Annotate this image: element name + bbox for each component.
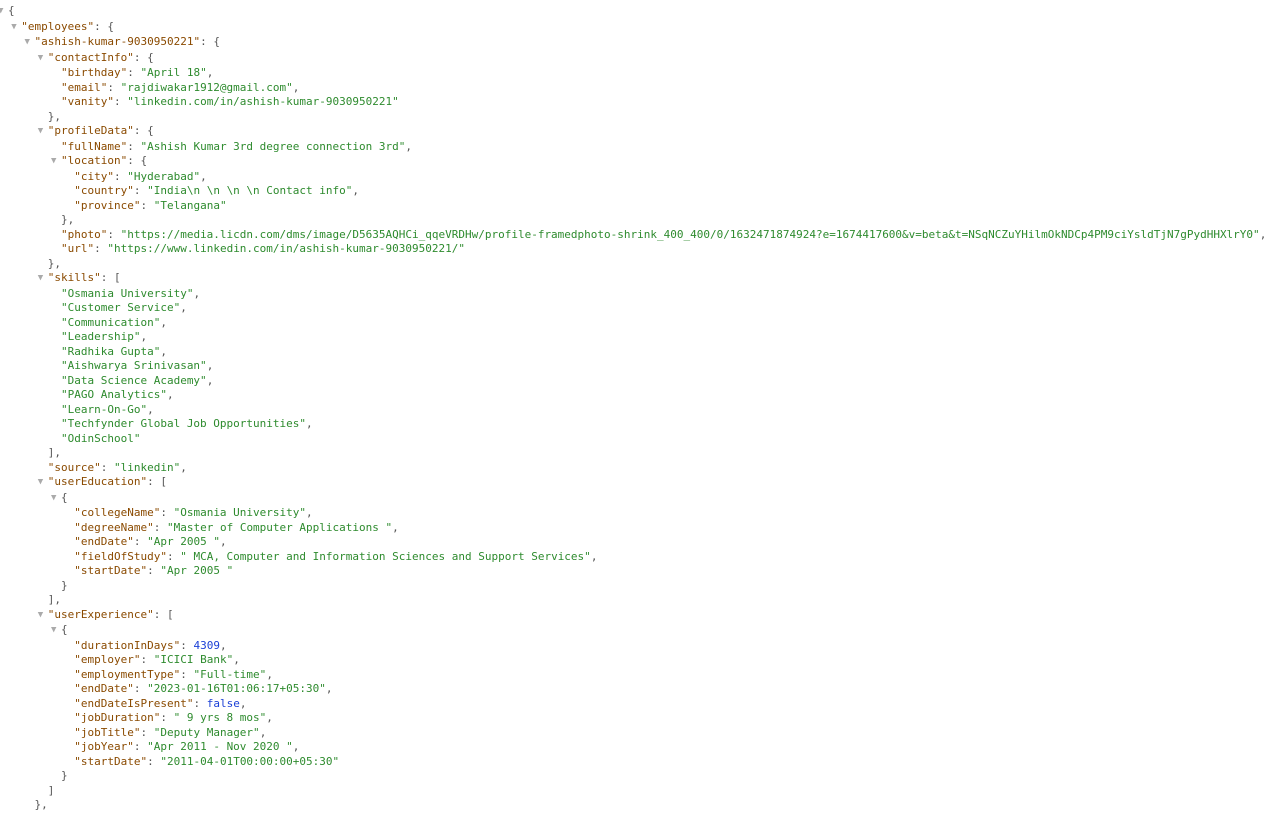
kv-employmentType: "employmentType": "Full-time", <box>8 668 1280 683</box>
kv-exp-startDate: "startDate": "2011-04-01T00:00:00+05:30" <box>8 755 1280 770</box>
kv-country: "country": "India\n \n \n \n Contact inf… <box>8 184 1280 199</box>
close-skills: ], <box>8 446 1280 461</box>
kv-birthday: "birthday": "April 18", <box>8 66 1280 81</box>
kv-city: "city": "Hyderabad", <box>8 170 1280 185</box>
collapse-toggle[interactable]: ▼ <box>0 4 8 19</box>
kv-url: "url": "https://www.linkedin.com/in/ashi… <box>8 242 1280 257</box>
collapse-toggle[interactable]: ▼ <box>38 124 48 139</box>
skill-item: "Data Science Academy", <box>8 374 1280 389</box>
kv-edu-startDate: "startDate": "Apr 2005 " <box>8 564 1280 579</box>
kv-employer: "employer": "ICICI Bank", <box>8 653 1280 668</box>
skill-item: "Radhika Gupta", <box>8 345 1280 360</box>
skill-item: "Aishwarya Srinivasan", <box>8 359 1280 374</box>
close-profileData: }, <box>8 257 1280 272</box>
kv-edu-endDate: "endDate": "Apr 2005 ", <box>8 535 1280 550</box>
key-location: ▼"location": { <box>8 154 1280 170</box>
kv-email: "email": "rajdiwakar1912@gmail.com", <box>8 81 1280 96</box>
brace-open: ▼{ <box>8 4 1280 20</box>
kv-durationInDays: "durationInDays": 4309, <box>8 639 1280 654</box>
key-employees: ▼"employees": { <box>8 20 1280 36</box>
collapse-toggle[interactable]: ▼ <box>38 51 48 66</box>
collapse-toggle[interactable]: ▼ <box>38 608 48 623</box>
kv-source: "source": "linkedin", <box>8 461 1280 476</box>
skill-item: "Communication", <box>8 316 1280 331</box>
collapse-toggle[interactable]: ▼ <box>51 154 61 169</box>
skill-item: "Leadership", <box>8 330 1280 345</box>
skill-item: "OdinSchool" <box>8 432 1280 447</box>
kv-fieldOfStudy: "fieldOfStudy": " MCA, Computer and Info… <box>8 550 1280 565</box>
collapse-toggle[interactable]: ▼ <box>25 35 35 50</box>
skill-item: "Learn-On-Go", <box>8 403 1280 418</box>
edu-open: ▼{ <box>8 491 1280 507</box>
collapse-toggle[interactable]: ▼ <box>51 491 61 506</box>
kv-fullName: "fullName": "Ashish Kumar 3rd degree con… <box>8 140 1280 155</box>
close-userExperience: ] <box>8 784 1280 799</box>
skill-item: "Osmania University", <box>8 287 1280 302</box>
kv-collegeName: "collegeName": "Osmania University", <box>8 506 1280 521</box>
edu-close: } <box>8 579 1280 594</box>
kv-endDateIsPresent: "endDateIsPresent": false, <box>8 697 1280 712</box>
close-contactInfo: }, <box>8 110 1280 125</box>
key-userEducation: ▼"userEducation": [ <box>8 475 1280 491</box>
kv-jobTitle: "jobTitle": "Deputy Manager", <box>8 726 1280 741</box>
kv-jobYear: "jobYear": "Apr 2011 - Nov 2020 ", <box>8 740 1280 755</box>
kv-exp-endDate: "endDate": "2023-01-16T01:06:17+05:30", <box>8 682 1280 697</box>
key-userExperience: ▼"userExperience": [ <box>8 608 1280 624</box>
collapse-toggle[interactable]: ▼ <box>11 20 21 35</box>
key-employee-id: ▼"ashish-kumar-9030950221": { <box>8 35 1280 51</box>
json-tree-viewer: ▼{ ▼"employees": { ▼"ashish-kumar-903095… <box>0 0 1280 817</box>
close-location: }, <box>8 213 1280 228</box>
collapse-toggle[interactable]: ▼ <box>51 623 61 638</box>
collapse-toggle[interactable]: ▼ <box>38 271 48 286</box>
close-userEducation: ], <box>8 593 1280 608</box>
kv-province: "province": "Telangana" <box>8 199 1280 214</box>
kv-photo: "photo": "https://media.licdn.com/dms/im… <box>8 228 1280 243</box>
kv-vanity: "vanity": "linkedin.com/in/ashish-kumar-… <box>8 95 1280 110</box>
key-profileData: ▼"profileData": { <box>8 124 1280 140</box>
key-contactInfo: ▼"contactInfo": { <box>8 51 1280 67</box>
exp-close: } <box>8 769 1280 784</box>
skill-item: "Techfynder Global Job Opportunities", <box>8 417 1280 432</box>
collapse-toggle[interactable]: ▼ <box>38 475 48 490</box>
exp-open: ▼{ <box>8 623 1280 639</box>
skill-item: "Customer Service", <box>8 301 1280 316</box>
skill-item: "PAGO Analytics", <box>8 388 1280 403</box>
kv-degreeName: "degreeName": "Master of Computer Applic… <box>8 521 1280 536</box>
key-skills: ▼"skills": [ <box>8 271 1280 287</box>
close-employee-id: }, <box>8 798 1280 813</box>
kv-jobDuration: "jobDuration": " 9 yrs 8 mos", <box>8 711 1280 726</box>
